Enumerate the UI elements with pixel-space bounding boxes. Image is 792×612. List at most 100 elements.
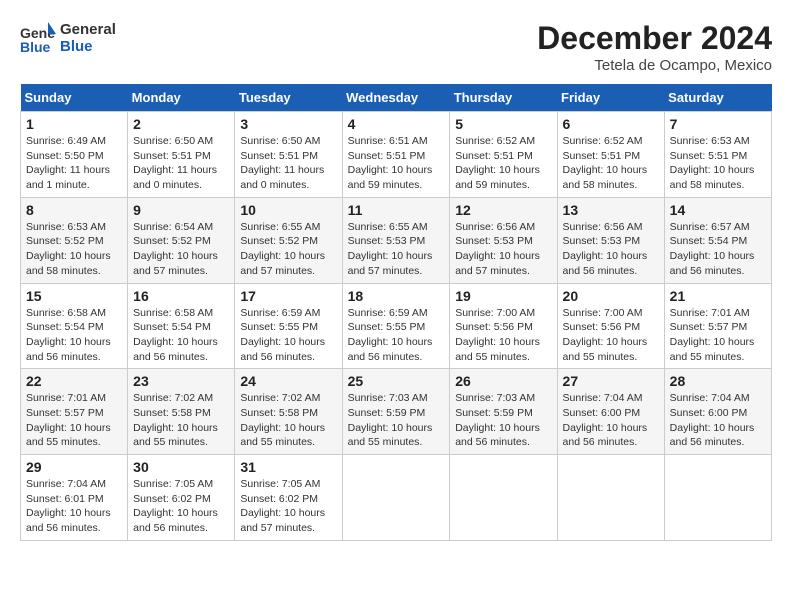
day-info: Sunrise: 6:49 AMSunset: 5:50 PMDaylight:… (26, 134, 122, 193)
day-number: 12 (455, 202, 551, 218)
calendar-cell: 31Sunrise: 7:05 AMSunset: 6:02 PMDayligh… (235, 455, 342, 541)
logo-text-blue: Blue (60, 38, 116, 55)
calendar-table: SundayMondayTuesdayWednesdayThursdayFrid… (20, 84, 772, 541)
weekday-header-thursday: Thursday (450, 84, 557, 112)
day-info: Sunrise: 6:52 AMSunset: 5:51 PMDaylight:… (563, 134, 659, 193)
calendar-cell: 16 Sunrise: 6:58 AMSunset: 5:54 PMDayligh… (128, 283, 235, 369)
week-row-1: 1 Sunrise: 6:49 AMSunset: 5:50 PMDaylight… (21, 112, 772, 198)
calendar-cell: 1 Sunrise: 6:49 AMSunset: 5:50 PMDaylight… (21, 112, 128, 198)
day-info: Sunrise: 6:59 AMSunset: 5:55 PMDaylight:… (240, 306, 336, 365)
calendar-cell: 2 Sunrise: 6:50 AMSunset: 5:51 PMDaylight… (128, 112, 235, 198)
calendar-cell: 24 Sunrise: 7:02 AMSunset: 5:58 PMDayligh… (235, 369, 342, 455)
week-row-4: 22Sunrise: 7:01 AMSunset: 5:57 PMDayligh… (21, 369, 772, 455)
day-number: 4 (348, 116, 445, 132)
calendar-cell: 23 Sunrise: 7:02 AMSunset: 5:58 PMDayligh… (128, 369, 235, 455)
day-info: Sunrise: 6:58 AMSunset: 5:54 PMDaylight:… (26, 306, 122, 365)
day-number: 15 (26, 288, 122, 304)
day-info: Sunrise: 6:51 AMSunset: 5:51 PMDaylight:… (348, 134, 445, 193)
day-info: Sunrise: 6:53 AMSunset: 5:51 PMDaylight:… (670, 134, 766, 193)
week-row-2: 8Sunrise: 6:53 AMSunset: 5:52 PMDaylight… (21, 197, 772, 283)
calendar-cell: 18 Sunrise: 6:59 AMSunset: 5:55 PMDayligh… (342, 283, 450, 369)
day-info: Sunrise: 7:02 AMSunset: 5:58 PMDaylight:… (240, 391, 336, 450)
day-number: 14 (670, 202, 766, 218)
logo-icon: General Blue (20, 20, 56, 56)
day-number: 24 (240, 373, 336, 389)
calendar-cell: 25Sunrise: 7:03 AMSunset: 5:59 PMDayligh… (342, 369, 450, 455)
day-info: Sunrise: 6:50 AMSunset: 5:51 PMDaylight:… (240, 134, 336, 193)
calendar-cell: 6 Sunrise: 6:52 AMSunset: 5:51 PMDaylight… (557, 112, 664, 198)
calendar-cell: 26Sunrise: 7:03 AMSunset: 5:59 PMDayligh… (450, 369, 557, 455)
weekday-header-wednesday: Wednesday (342, 84, 450, 112)
day-info: Sunrise: 6:55 AMSunset: 5:52 PMDaylight:… (240, 220, 336, 279)
svg-text:Blue: Blue (20, 39, 51, 55)
title-block: December 2024 Tetela de Ocampo, Mexico (537, 20, 772, 74)
calendar-cell: 22Sunrise: 7:01 AMSunset: 5:57 PMDayligh… (21, 369, 128, 455)
calendar-cell: 28Sunrise: 7:04 AMSunset: 6:00 PMDayligh… (664, 369, 771, 455)
day-number: 20 (563, 288, 659, 304)
day-info: Sunrise: 7:05 AMSunset: 6:02 PMDaylight:… (240, 477, 336, 536)
calendar-cell: 7 Sunrise: 6:53 AMSunset: 5:51 PMDaylight… (664, 112, 771, 198)
day-info: Sunrise: 6:52 AMSunset: 5:51 PMDaylight:… (455, 134, 551, 193)
day-number: 1 (26, 116, 122, 132)
weekday-header-saturday: Saturday (664, 84, 771, 112)
weekday-header-tuesday: Tuesday (235, 84, 342, 112)
day-info: Sunrise: 7:00 AMSunset: 5:56 PMDaylight:… (455, 306, 551, 365)
calendar-cell: 3 Sunrise: 6:50 AMSunset: 5:51 PMDaylight… (235, 112, 342, 198)
calendar-cell: 8Sunrise: 6:53 AMSunset: 5:52 PMDaylight… (21, 197, 128, 283)
day-number: 11 (348, 202, 445, 218)
day-number: 2 (133, 116, 229, 132)
week-row-3: 15 Sunrise: 6:58 AMSunset: 5:54 PMDayligh… (21, 283, 772, 369)
day-info: Sunrise: 7:04 AMSunset: 6:00 PMDaylight:… (670, 391, 766, 450)
day-info: Sunrise: 6:59 AMSunset: 5:55 PMDaylight:… (348, 306, 445, 365)
day-number: 7 (670, 116, 766, 132)
calendar-cell (450, 455, 557, 541)
day-number: 26 (455, 373, 551, 389)
calendar-cell: 9 Sunrise: 6:54 AMSunset: 5:52 PMDaylight… (128, 197, 235, 283)
weekday-header-monday: Monday (128, 84, 235, 112)
calendar-cell: 10 Sunrise: 6:55 AMSunset: 5:52 PMDayligh… (235, 197, 342, 283)
calendar-cell: 4 Sunrise: 6:51 AMSunset: 5:51 PMDaylight… (342, 112, 450, 198)
day-number: 8 (26, 202, 122, 218)
day-info: Sunrise: 7:02 AMSunset: 5:58 PMDaylight:… (133, 391, 229, 450)
day-number: 9 (133, 202, 229, 218)
logo-text-general: General (60, 21, 116, 38)
day-info: Sunrise: 6:56 AMSunset: 5:53 PMDaylight:… (563, 220, 659, 279)
weekday-header-friday: Friday (557, 84, 664, 112)
day-info: Sunrise: 6:50 AMSunset: 5:51 PMDaylight:… (133, 134, 229, 193)
day-number: 10 (240, 202, 336, 218)
day-info: Sunrise: 7:00 AMSunset: 5:56 PMDaylight:… (563, 306, 659, 365)
day-number: 22 (26, 373, 122, 389)
calendar-cell: 20 Sunrise: 7:00 AMSunset: 5:56 PMDayligh… (557, 283, 664, 369)
day-number: 25 (348, 373, 445, 389)
day-number: 18 (348, 288, 445, 304)
day-info: Sunrise: 6:57 AMSunset: 5:54 PMDaylight:… (670, 220, 766, 279)
day-info: Sunrise: 7:05 AMSunset: 6:02 PMDaylight:… (133, 477, 229, 536)
calendar-cell: 15 Sunrise: 6:58 AMSunset: 5:54 PMDayligh… (21, 283, 128, 369)
day-number: 6 (563, 116, 659, 132)
day-info: Sunrise: 6:54 AMSunset: 5:52 PMDaylight:… (133, 220, 229, 279)
day-number: 3 (240, 116, 336, 132)
month-title: December 2024 (537, 20, 772, 57)
calendar-cell (557, 455, 664, 541)
day-number: 30 (133, 459, 229, 475)
calendar-cell (342, 455, 450, 541)
day-info: Sunrise: 6:58 AMSunset: 5:54 PMDaylight:… (133, 306, 229, 365)
calendar-cell: 30 Sunrise: 7:05 AMSunset: 6:02 PMDayligh… (128, 455, 235, 541)
day-number: 21 (670, 288, 766, 304)
calendar-cell: 14 Sunrise: 6:57 AMSunset: 5:54 PMDayligh… (664, 197, 771, 283)
day-number: 17 (240, 288, 336, 304)
day-number: 29 (26, 459, 122, 475)
day-number: 23 (133, 373, 229, 389)
calendar-cell: 21Sunrise: 7:01 AMSunset: 5:57 PMDayligh… (664, 283, 771, 369)
day-number: 16 (133, 288, 229, 304)
day-info: Sunrise: 6:56 AMSunset: 5:53 PMDaylight:… (455, 220, 551, 279)
calendar-cell: 11 Sunrise: 6:55 AMSunset: 5:53 PMDayligh… (342, 197, 450, 283)
day-info: Sunrise: 7:04 AMSunset: 6:01 PMDaylight:… (26, 477, 122, 536)
calendar-cell (664, 455, 771, 541)
day-number: 13 (563, 202, 659, 218)
calendar-cell: 13 Sunrise: 6:56 AMSunset: 5:53 PMDayligh… (557, 197, 664, 283)
day-number: 19 (455, 288, 551, 304)
day-info: Sunrise: 6:55 AMSunset: 5:53 PMDaylight:… (348, 220, 445, 279)
calendar-cell: 5 Sunrise: 6:52 AMSunset: 5:51 PMDaylight… (450, 112, 557, 198)
day-number: 5 (455, 116, 551, 132)
